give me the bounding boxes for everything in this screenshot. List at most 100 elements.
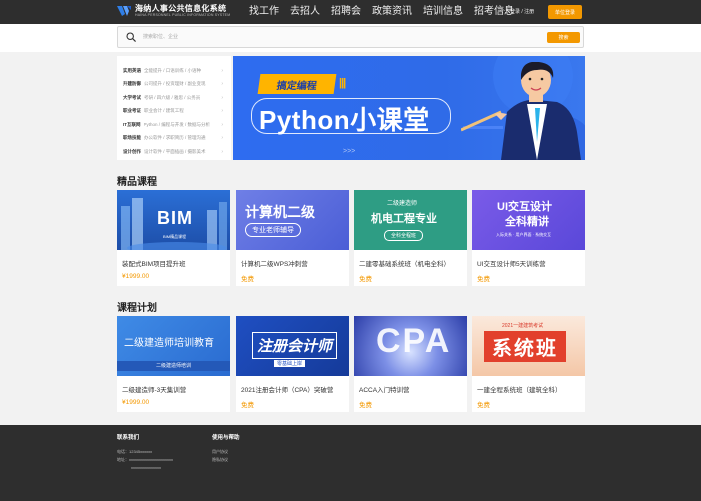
site-logo[interactable]: 海纳人事公共信息化系统 HAINA PERSONNEL PUBLIC INFOR…	[117, 4, 230, 18]
course-thumbnail: 二级建造师培训教育 二级建造师培训	[117, 316, 230, 376]
footer-phone: 电话：12345xxxxxx	[117, 449, 153, 454]
thumbnail-subtext: 二级建造师培训	[117, 361, 230, 371]
site-footer: 联系我们 电话：12345xxxxxx 地址：xxxxxxxxxxxxxxxxx…	[0, 425, 701, 501]
course-title: 计算机二级WPS冲刺营	[241, 261, 308, 268]
category-name: 大学考试	[123, 94, 141, 100]
category-item[interactable]: 职业考证 职业会计 / 建筑工程 ›	[117, 105, 231, 119]
course-title: UI交互设计师5天训练营	[477, 261, 546, 268]
teacher-illustration	[461, 62, 581, 160]
course-price: 免费	[359, 276, 372, 283]
banner-arrows: >>>	[343, 148, 356, 155]
footer-user-agreement-link[interactable]: 用户协议	[212, 448, 240, 456]
category-name: 实用英语	[123, 67, 141, 73]
category-subs: Python / 编程与开发 / 数据与分析	[143, 121, 211, 127]
footer-address: 地址：xxxxxxxxxxxxxxxxxxxxxx	[117, 457, 173, 462]
course-card[interactable]: 注册会计师 零基础上岸 2021注册会计师（CPA）突破营 免费	[236, 316, 349, 412]
chevron-right-icon: ›	[221, 121, 223, 128]
category-name: 职业考证	[123, 108, 141, 114]
course-card[interactable]: 二级建造师培训教育 二级建造师培训 二级建造师-3天集训营 ¥1999.00	[117, 316, 230, 412]
course-price: ¥1999.00	[122, 399, 150, 406]
thumbnail-text: CPA	[376, 322, 452, 360]
footer-privacy-link[interactable]: 隐私协议	[212, 456, 240, 464]
course-card[interactable]: CPA ACCA入门特训营 免费	[354, 316, 467, 412]
course-title: 2021注册会计师（CPA）突破营	[241, 387, 334, 394]
footer-contact: 联系我们 电话：12345xxxxxx 地址：xxxxxxxxxxxxxxxxx…	[117, 433, 173, 472]
promo-banner[interactable]: 搞定编程 ||| Python小课堂 >>>	[233, 56, 585, 160]
category-subs: 办公软件 / 求职简历 / 管理沟通	[144, 135, 206, 141]
category-item[interactable]: IT互联网 Python / 编程与开发 / 数据与分析 ›	[117, 118, 231, 132]
logo-icon	[117, 4, 131, 18]
course-price: ¥1999.00	[122, 273, 150, 280]
course-card[interactable]: UI交互设计 全科精讲 入际关系 · 用户界面 · 系统交互 UI交互设计师5天…	[472, 190, 585, 286]
course-title: 一建全程系统班（建筑全科）	[477, 387, 562, 394]
category-item[interactable]: 升建防御 公司提升 / 投资理财 / 副业变现 ›	[117, 78, 231, 92]
nav-find-job[interactable]: 找工作	[249, 6, 279, 18]
search-box: 搜索	[117, 26, 584, 48]
nav-job-fair[interactable]: 招聘会	[331, 6, 361, 18]
search-icon	[126, 32, 136, 42]
category-name: 设计创作	[123, 148, 141, 154]
footer-address-cont: xxxxxxxxxxxxxxx	[131, 465, 161, 470]
logo-subtitle: HAINA PERSONNEL PUBLIC INFORMATION SYSTE…	[135, 13, 231, 17]
user-login-register-link[interactable]: 个人登录 / 注册	[500, 8, 534, 15]
course-title: 二建零基础系统班（机电全科）	[359, 261, 450, 268]
chevron-right-icon: ›	[221, 108, 223, 115]
thumbnail-subtext: BIM精品课程	[163, 234, 187, 239]
category-name: IT互联网	[123, 121, 141, 127]
course-title: ACCA入门特训营	[359, 387, 410, 394]
chevron-right-icon: ›	[221, 81, 223, 88]
category-item[interactable]: 大学考试 考研 / 四六级 / 雅思 / 公务员 ›	[117, 91, 231, 105]
nav-recruit[interactable]: 去招人	[290, 6, 320, 18]
top-header: 海纳人事公共信息化系统 HAINA PERSONNEL PUBLIC INFOR…	[0, 0, 701, 24]
company-login-button[interactable]: 单位登录	[548, 5, 582, 19]
nav-training[interactable]: 培训信息	[423, 6, 463, 18]
course-thumbnail: 二级建造师 机电工程专业 全科全程班	[354, 190, 467, 250]
category-item[interactable]: 设计创作 设计软件 / 平面插画 / 摄影美术 ›	[117, 145, 231, 159]
course-thumbnail: 计算机二级 专业老师辅导	[236, 190, 349, 250]
course-price: 免费	[241, 402, 254, 409]
banner-tag: 搞定编程	[257, 74, 337, 94]
course-price: 免费	[477, 276, 490, 283]
chevron-right-icon: ›	[221, 94, 223, 101]
category-menu: 实用英语 全能提升 / 口语训练 / 小语种 › 升建防御 公司提升 / 投资理…	[117, 56, 231, 160]
course-card[interactable]: 2021一建建筑考试 系统班 一建全程系统班（建筑全科） 免费	[472, 316, 585, 412]
search-input[interactable]	[143, 31, 533, 43]
thumbnail-subtext: 入际关系 · 用户界面 · 系统交互	[496, 232, 552, 237]
course-thumbnail: UI交互设计 全科精讲 入际关系 · 用户界面 · 系统交互	[472, 190, 585, 250]
footer-help-title: 使用与帮助	[212, 435, 240, 441]
category-item[interactable]: 实用英语 全能提升 / 口语训练 / 小语种 ›	[117, 64, 231, 78]
chevron-right-icon: ›	[221, 148, 223, 155]
banner-title: Python小课堂	[259, 105, 430, 135]
logo-title: 海纳人事公共信息化系统	[135, 4, 227, 13]
thumbnail-text: 计算机二级	[245, 204, 315, 220]
main-nav: 找工作 去招人 招聘会 政策资讯 培训信息 招考信息	[249, 6, 525, 18]
thumbnail-text: 注册会计师	[252, 332, 338, 359]
thumbnail-text: UI交互设计	[497, 201, 552, 213]
thumbnail-text: BIM	[157, 208, 193, 228]
category-item[interactable]: 职场技能 办公软件 / 求职简历 / 管理沟通 ›	[117, 132, 231, 146]
course-thumbnail: CPA	[354, 316, 467, 376]
course-price: 免费	[241, 276, 254, 283]
banner-bars: |||	[339, 77, 346, 89]
category-subs: 公司提升 / 投资理财 / 副业变现	[144, 81, 206, 87]
course-price: 免费	[477, 402, 490, 409]
thumbnail-text: 二级建造师培训教育	[124, 338, 214, 349]
course-card[interactable]: BIM BIM精品课程 装配式BIM项目提升班 ¥1999.00	[117, 190, 230, 286]
thumbnail-toptext: 2021一建建筑考试	[502, 323, 544, 329]
category-subs: 考研 / 四六级 / 雅思 / 公务员	[144, 94, 201, 100]
course-title: 装配式BIM项目提升班	[122, 261, 186, 268]
search-button[interactable]: 搜索	[547, 32, 580, 43]
category-name: 职场技能	[123, 135, 141, 141]
thumbnail-text: 系统班	[484, 331, 566, 362]
course-card[interactable]: 二级建造师 机电工程专业 全科全程班 二建零基础系统班（机电全科） 免费	[354, 190, 467, 286]
category-subs: 设计软件 / 平面插画 / 摄影美术	[144, 148, 206, 154]
category-name: 升建防御	[123, 81, 141, 87]
chevron-right-icon: ›	[221, 135, 223, 142]
footer-help: 使用与帮助 用户协议 隐私协议	[212, 433, 240, 464]
nav-policy-news[interactable]: 政策资讯	[372, 6, 412, 18]
course-thumbnail: BIM BIM精品课程	[117, 190, 230, 250]
course-card[interactable]: 计算机二级 专业老师辅导 计算机二级WPS冲刺营 免费	[236, 190, 349, 286]
category-subs: 全能提升 / 口语训练 / 小语种	[144, 67, 202, 73]
chevron-right-icon: ›	[221, 67, 223, 74]
course-thumbnail: 2021一建建筑考试 系统班	[472, 316, 585, 376]
